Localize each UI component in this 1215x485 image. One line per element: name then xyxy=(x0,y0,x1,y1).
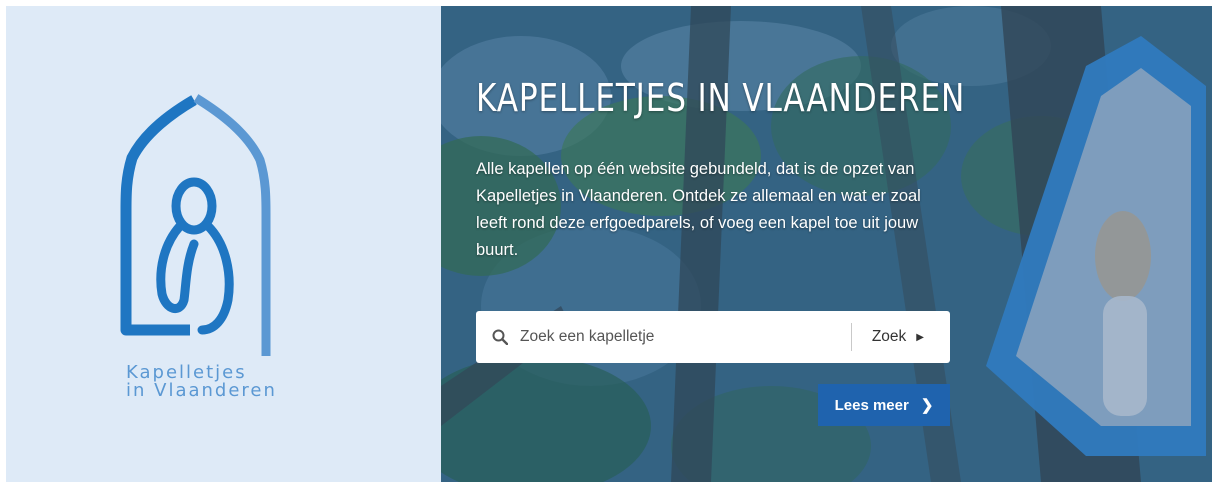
read-more-label: Lees meer xyxy=(834,396,909,414)
search-button-label: Zoek xyxy=(871,328,907,345)
search-icon xyxy=(480,329,520,345)
search-input[interactable] xyxy=(520,328,851,346)
hero-content: KAPELLETJES IN VLAANDEREN Alle kapellen … xyxy=(476,76,966,264)
search-button[interactable]: Zoek ▶ xyxy=(852,311,950,363)
chevron-right-icon: ❯ xyxy=(920,397,934,414)
logo-wordmark: Kapelletjes in Vlaanderen xyxy=(126,364,277,400)
logo-line-2: in Vlaanderen xyxy=(126,380,277,401)
hero-banner: KAPELLETJES IN VLAANDEREN Alle kapellen … xyxy=(441,6,1212,482)
chapel-logo-icon xyxy=(120,94,271,356)
hero-title: KAPELLETJES IN VLAANDEREN xyxy=(476,76,966,120)
search-bar: Zoek ▶ xyxy=(476,311,950,363)
read-more-button[interactable]: Lees meer ❯ xyxy=(818,384,950,426)
page-frame: Kapelletjes in Vlaanderen KAPELLETJES IN… xyxy=(6,6,1212,482)
triangle-right-icon: ▶ xyxy=(916,331,924,343)
brand-panel: Kapelletjes in Vlaanderen xyxy=(6,6,441,482)
hero-intro-text: Alle kapellen op één website gebundeld, … xyxy=(476,160,921,259)
